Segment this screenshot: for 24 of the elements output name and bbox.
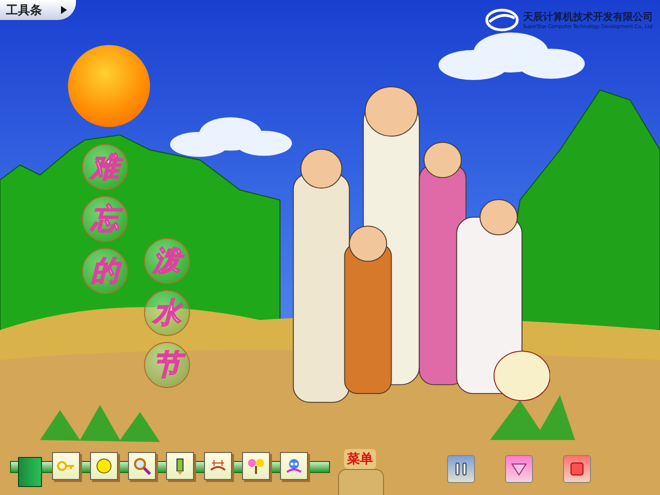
flower-tool-button[interactable] [242, 452, 270, 480]
down-button[interactable] [505, 455, 533, 483]
circle-tool-button[interactable] [90, 452, 118, 480]
triangle-icon [60, 5, 68, 15]
stop-button[interactable] [563, 455, 591, 483]
flower-icon [246, 456, 266, 476]
title-character: 泼 [144, 238, 190, 284]
swirl-logo-icon [484, 6, 520, 34]
magnifier-icon [132, 456, 152, 476]
pencil-tool-button[interactable] [166, 452, 194, 480]
title-character: 忘 [82, 196, 128, 242]
title-character: 水 [144, 290, 190, 336]
key-tool-button[interactable] [52, 452, 80, 480]
title-character: 节 [144, 342, 190, 388]
pattern-tool-button[interactable] [204, 452, 232, 480]
toolbar-tab[interactable]: 工具条 [0, 0, 76, 20]
circle-icon [94, 456, 114, 476]
robot-tool-button[interactable] [280, 452, 308, 480]
company-name: 天辰计算机技术开发有限公司 [523, 10, 653, 24]
pause-button[interactable] [447, 455, 475, 483]
title-character: 的 [82, 248, 128, 294]
magnifier-tool-button[interactable] [128, 452, 156, 480]
title-character: 难 [82, 144, 128, 190]
toolbar-handle[interactable] [18, 457, 42, 487]
